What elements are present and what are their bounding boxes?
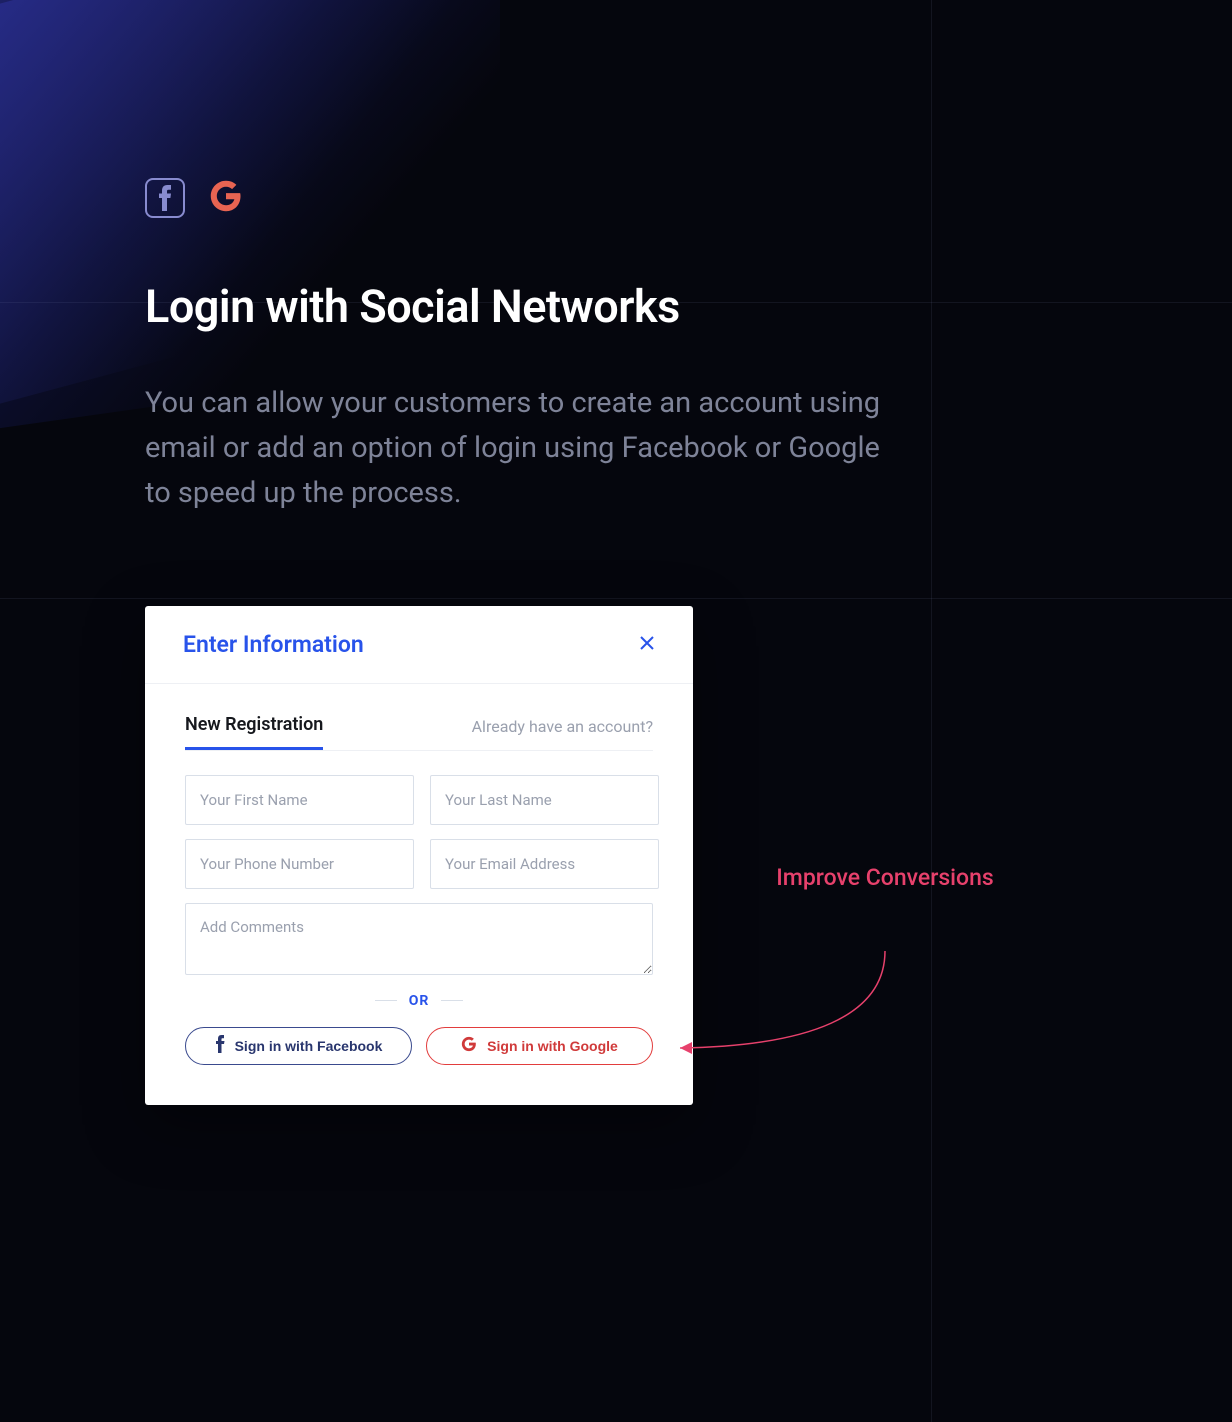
close-icon[interactable] [639,633,655,655]
facebook-icon [215,1035,225,1056]
facebook-icon [145,178,185,218]
google-signin-button[interactable]: Sign in with Google [426,1027,653,1065]
registration-modal: Enter Information New Registration Alrea… [145,606,693,1105]
last-name-input[interactable] [430,775,659,825]
page-title: Login with Social Networks [145,280,1232,333]
modal-title: Enter Information [183,631,364,658]
google-signin-label: Sign in with Google [487,1038,618,1054]
divider [375,1000,397,1001]
page-description: You can allow your customers to create a… [145,381,905,516]
facebook-signin-label: Sign in with Facebook [235,1038,383,1054]
email-input[interactable] [430,839,659,889]
callout-label: Improve Conversions [735,861,1035,894]
or-separator-label: OR [409,993,430,1009]
phone-input[interactable] [185,839,414,889]
comments-input[interactable] [185,903,653,975]
callout-arrow [660,946,920,1066]
divider [441,1000,463,1001]
tab-new-registration[interactable]: New Registration [185,714,323,750]
tab-existing-account[interactable]: Already have an account? [472,717,653,750]
google-icon [209,179,243,217]
google-icon [461,1036,477,1055]
first-name-input[interactable] [185,775,414,825]
facebook-signin-button[interactable]: Sign in with Facebook [185,1027,412,1065]
